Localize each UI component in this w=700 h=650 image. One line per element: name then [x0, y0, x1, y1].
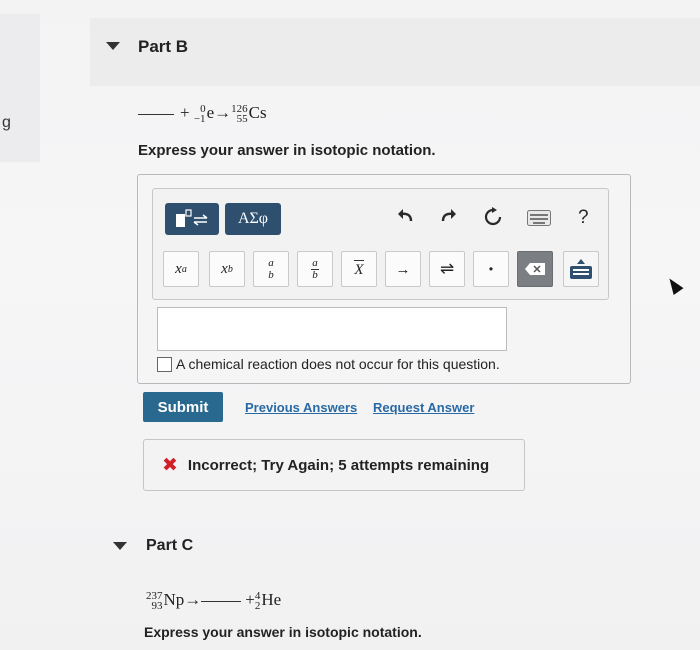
part-c-equation: 237 93 Np→ +4 2 He: [146, 590, 282, 613]
subscript-button[interactable]: xb: [209, 251, 245, 287]
backspace-icon: [525, 263, 545, 275]
reaction-arrow-button[interactable]: →: [385, 251, 421, 287]
template-button[interactable]: [165, 203, 219, 235]
sidebar-fragment: g: [0, 14, 40, 162]
no-reaction-checkbox[interactable]: [157, 356, 172, 372]
part-b-prompt: Express your answer in isotopic notation…: [138, 142, 436, 159]
redo-icon[interactable]: [440, 207, 458, 231]
part-b-title: Part B: [138, 37, 189, 56]
dot-button[interactable]: •: [473, 251, 509, 287]
mouse-cursor-icon: [664, 275, 684, 295]
keyboard-toggle-icon: [570, 259, 592, 279]
part-c-title: Part C: [146, 537, 194, 554]
keyboard-icon[interactable]: [527, 209, 551, 232]
feedback-box: ✖ Incorrect; Try Again; 5 attempts remai…: [143, 439, 525, 491]
fraction-button[interactable]: ab: [297, 251, 333, 287]
template-icon: [176, 209, 208, 227]
equation-blank: [201, 600, 242, 603]
keyboard-toggle-button[interactable]: [563, 251, 599, 287]
submit-button[interactable]: Submit: [143, 392, 223, 422]
part-b-equation: + 0 −1 e→ 126 55 Cs: [138, 103, 267, 125]
answer-input[interactable]: [157, 307, 507, 351]
feedback-text: Incorrect; Try Again; 5 attempts remaini…: [187, 456, 490, 474]
request-answer-link[interactable]: Request Answer: [373, 400, 474, 415]
overline-button[interactable]: X: [341, 251, 377, 287]
no-reaction-label: A chemical reaction does not occur for t…: [176, 356, 500, 372]
math-toolbar: ΑΣφ ? xa xb ab ab X → ⇌ •: [152, 188, 609, 300]
previous-answers-link[interactable]: Previous Answers: [245, 400, 357, 415]
backspace-button[interactable]: [517, 251, 553, 287]
help-button[interactable]: ?: [578, 207, 589, 229]
reset-icon[interactable]: [483, 207, 503, 233]
collapse-caret-icon[interactable]: [113, 542, 127, 550]
no-reaction-option[interactable]: A chemical reaction does not occur for t…: [157, 356, 500, 372]
error-x-icon: ✖: [162, 454, 178, 476]
greek-letters-button[interactable]: ΑΣφ: [225, 203, 281, 235]
part-c-prompt: Express your answer in isotopic notation…: [144, 624, 422, 640]
collapse-caret-icon[interactable]: [106, 42, 120, 50]
stack-button[interactable]: ab: [253, 251, 289, 287]
equilibrium-arrow-button[interactable]: ⇌: [429, 251, 465, 287]
equation-blank: [138, 113, 174, 116]
superscript-button[interactable]: xa: [163, 251, 199, 287]
undo-icon[interactable]: [396, 207, 414, 231]
